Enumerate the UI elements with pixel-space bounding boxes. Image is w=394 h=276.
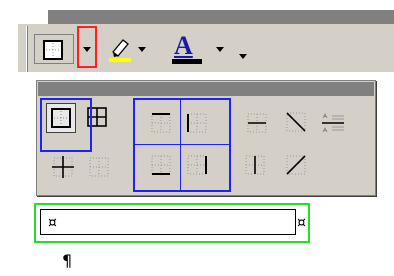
border-dropdown-arrow[interactable] [80, 34, 94, 64]
no-border-icon [89, 157, 109, 177]
title-strip [48, 10, 394, 24]
chevron-down-icon [239, 54, 247, 59]
outside-border-icon [43, 40, 63, 60]
highlight-button[interactable] [104, 34, 134, 64]
edge-borders-divider-v [180, 100, 181, 190]
inside-vertical-border-icon [245, 155, 265, 175]
edge-borders-divider-h [135, 144, 229, 145]
inside-horizontal-border-option[interactable] [242, 108, 272, 138]
palette-drag-bar[interactable] [38, 82, 374, 96]
diagonal-down-border-icon [286, 112, 306, 132]
font-color-swatch [172, 59, 202, 64]
chevron-down-icon [216, 47, 224, 52]
chevron-down-icon [138, 47, 146, 52]
diagonal-up-border-icon [286, 155, 306, 175]
selected-option-highlight [40, 98, 92, 152]
inside-borders-option[interactable] [48, 152, 78, 182]
inside-vertical-border-option[interactable] [240, 150, 270, 180]
horizontal-line-icon [322, 113, 344, 133]
font-color-dropdown-arrow[interactable] [214, 34, 226, 64]
outside-border-button[interactable] [34, 34, 74, 64]
font-color-label: A [174, 31, 193, 60]
font-color-button[interactable]: A [170, 31, 204, 64]
diagonal-down-border-option[interactable] [282, 108, 312, 138]
highlight-dropdown-arrow[interactable] [136, 34, 148, 64]
no-border-option[interactable] [84, 152, 114, 182]
toolbar-options-arrow[interactable] [234, 34, 252, 64]
inside-borders-icon [52, 156, 74, 178]
formatting-toolbar [18, 24, 394, 72]
diagonal-up-border-option[interactable] [282, 150, 312, 180]
inside-horizontal-border-icon [247, 113, 267, 133]
horizontal-line-option[interactable] [318, 108, 348, 138]
row-end-marker: ¤ [297, 215, 306, 231]
toolbar-grip[interactable] [26, 26, 28, 72]
paragraph-mark: ¶ [62, 251, 73, 270]
cell-end-marker: ¤ [48, 215, 57, 231]
edge-borders-highlight [133, 98, 231, 192]
table-cell[interactable] [40, 209, 296, 235]
highlighter-icon [109, 39, 131, 62]
chevron-down-icon [83, 47, 91, 52]
